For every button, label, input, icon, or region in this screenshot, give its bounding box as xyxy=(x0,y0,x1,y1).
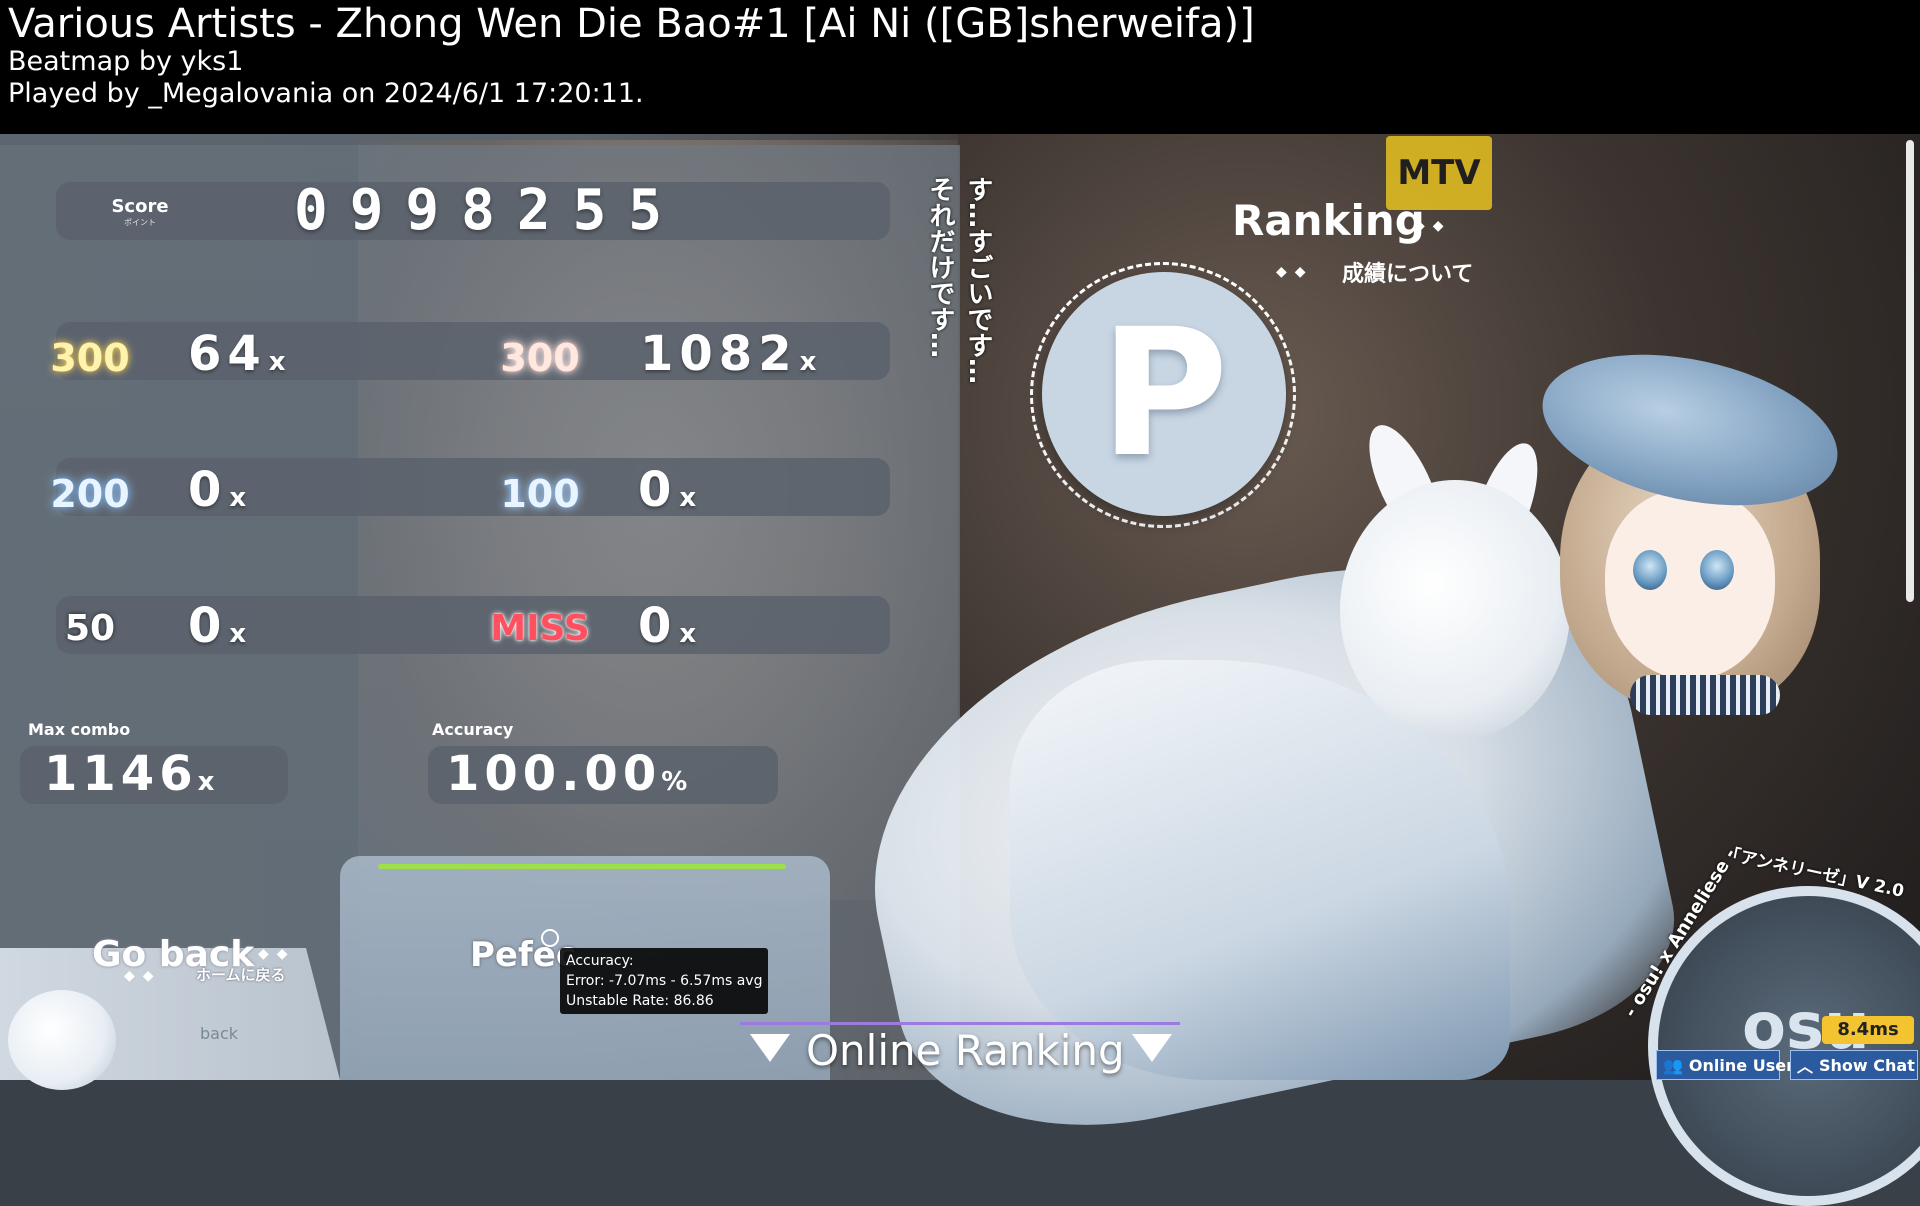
accuracy-value: 100.00% xyxy=(446,746,688,802)
character-eye xyxy=(1700,550,1734,590)
users-icon: 👥 xyxy=(1663,1055,1683,1075)
geki-label: 300 xyxy=(500,336,580,380)
triangle-down-icon xyxy=(1132,1034,1172,1062)
character-face xyxy=(1605,490,1775,680)
hit100-label: 100 xyxy=(500,472,580,516)
comment-line-2: それだけです… xyxy=(925,176,955,358)
triangle-down-icon xyxy=(750,1034,790,1062)
bunny-mascot-icon xyxy=(8,990,116,1090)
character-eye xyxy=(1633,550,1667,590)
hit300-label: 300 xyxy=(50,336,130,380)
hit100-count: 0x xyxy=(638,462,697,518)
chevron-up-icon: ︿ xyxy=(1797,1057,1814,1076)
show-chat-button[interactable]: ︿ Show Chat xyxy=(1790,1050,1918,1080)
score-label: Score ポイント xyxy=(111,196,169,227)
bunny-plush xyxy=(1340,480,1570,740)
go-back-sublabel: ホームに戻る xyxy=(196,966,286,984)
accuracy-label: Accuracy xyxy=(432,720,514,739)
scrollbar[interactable] xyxy=(1906,140,1914,602)
hit200-label: 200 xyxy=(50,472,130,516)
online-ranking-label[interactable]: Online Ranking xyxy=(806,1026,1125,1075)
accuracy-tooltip: Accuracy: Error: -7.07ms - 6.57ms avg Un… xyxy=(560,948,769,1014)
hit50-count: 0x xyxy=(188,598,247,654)
back-label: back xyxy=(200,1024,239,1043)
miss-count: 0x xyxy=(638,598,697,654)
character-ribbon xyxy=(1630,675,1780,715)
hit50-label: 50 xyxy=(64,608,116,649)
geki-count: 1082x xyxy=(640,326,817,382)
hp-graph-line xyxy=(378,864,786,869)
max-combo-value: 1146x xyxy=(44,746,215,802)
played-by: Played by _Megalovania on 2024/6/1 17:20… xyxy=(8,78,644,109)
graph-cursor-icon xyxy=(541,929,559,947)
ranking-sub-dots: ◆◆ xyxy=(1276,264,1314,280)
beatmap-header: Various Artists - Zhong Wen Die Bao#1 [A… xyxy=(0,0,1920,134)
go-back-dots: ◆◆ xyxy=(258,946,296,962)
hit300-count: 64x xyxy=(188,326,286,382)
hit200-count: 0x xyxy=(188,462,247,518)
comment-line-1: す…すごいです… xyxy=(963,176,993,384)
latency-badge: 8.4ms xyxy=(1822,1016,1914,1044)
grade-letter: P xyxy=(1099,291,1229,496)
go-back-dots: ◆◆ xyxy=(124,968,162,984)
beatmap-title: Various Artists - Zhong Wen Die Bao#1 [A… xyxy=(8,1,1255,47)
online-users-button[interactable]: 👥 Online Users xyxy=(1656,1050,1803,1080)
ranking-dots: ◆◆ xyxy=(1414,218,1452,234)
score-value: 0998255 xyxy=(294,178,685,243)
ranking-subtitle: 成績について xyxy=(1342,262,1474,287)
max-combo-label: Max combo xyxy=(28,720,131,739)
ranking-title: Ranking xyxy=(1232,196,1425,245)
grade-badge: P xyxy=(1042,272,1286,516)
miss-label: MISS xyxy=(490,608,590,649)
beatmap-creator: Beatmap by yks1 xyxy=(8,46,244,77)
